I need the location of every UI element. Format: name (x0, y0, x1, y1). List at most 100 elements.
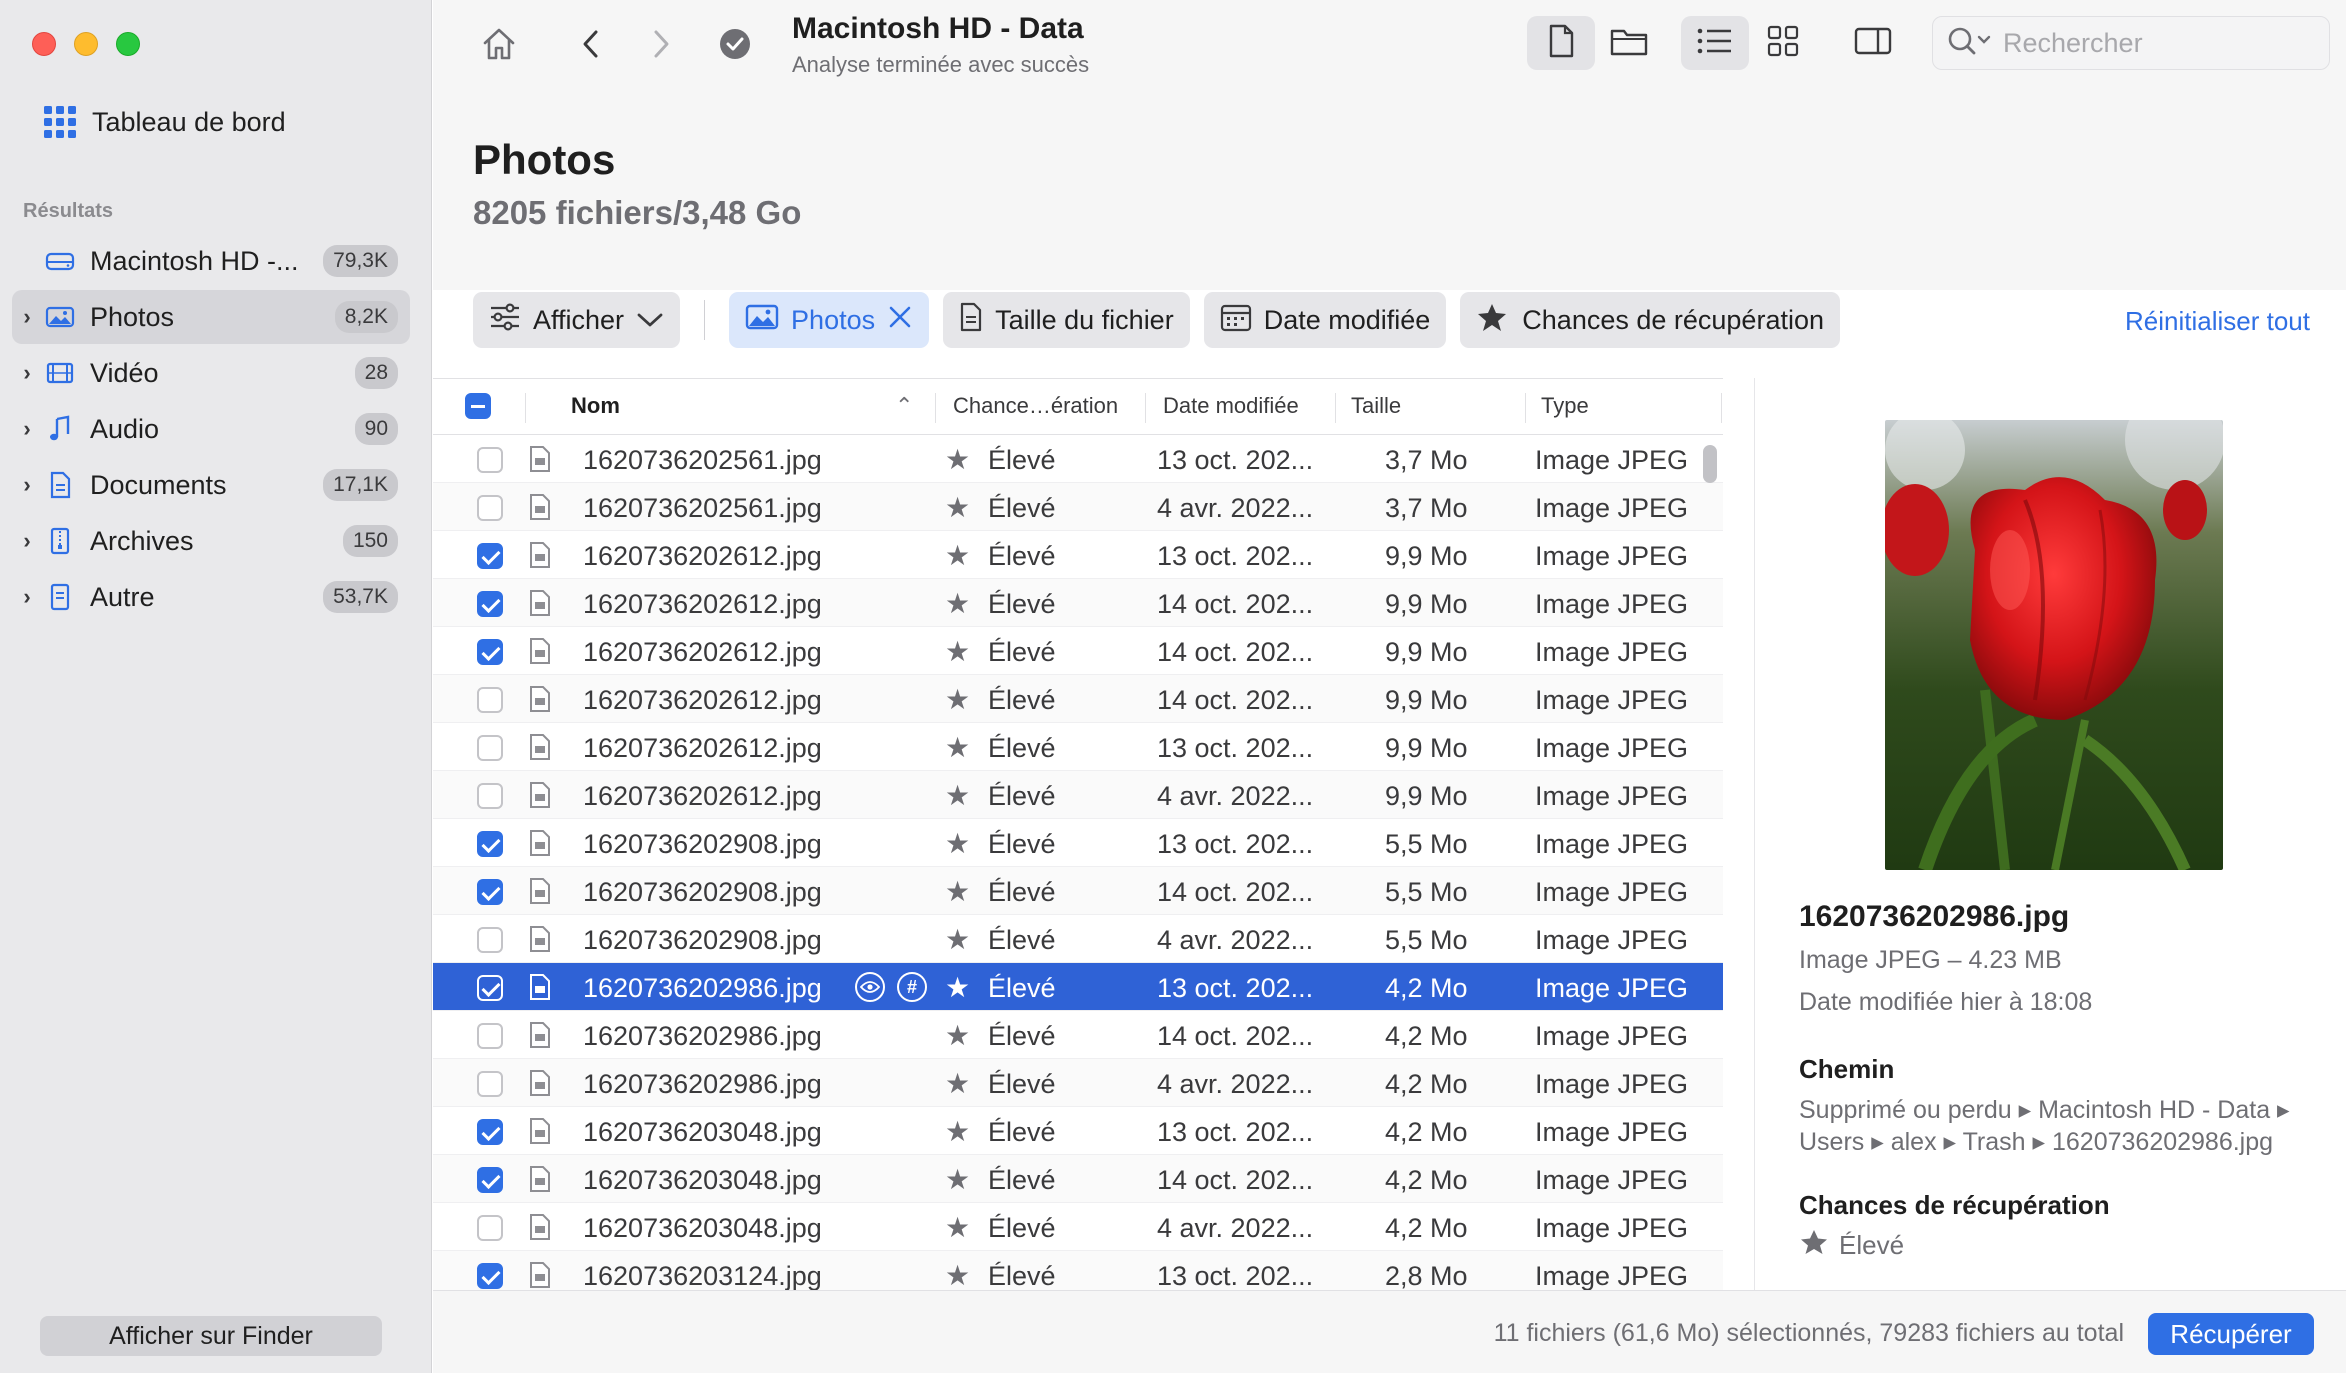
table-row[interactable]: 1620736202612.jpg ★ Élevé 14 oct. 202... 9,9… (433, 675, 1723, 723)
back-arrow-icon[interactable] (571, 22, 611, 66)
file-size-filter-button[interactable]: Taille du fichier (943, 292, 1190, 348)
file-type: Image JPEG (1535, 781, 1689, 811)
file-type: Image JPEG (1535, 445, 1689, 475)
row-checkbox[interactable] (477, 543, 503, 569)
show-in-finder-button[interactable]: Afficher sur Finder (40, 1316, 382, 1356)
sidebar-item-documents[interactable]: › Documents 17,1K (12, 458, 410, 512)
date-modified-filter-button[interactable]: Date modifiée (1203, 292, 1447, 348)
file-name: 1620736202908.jpg (583, 877, 822, 907)
column-header-date[interactable]: Date modifiée (1163, 393, 1299, 419)
minimize-window-button[interactable] (74, 32, 98, 56)
row-checkbox[interactable] (477, 975, 503, 1001)
table-row[interactable]: 1620736202908.jpg ★ Élevé 4 avr. 2022... 5,5… (433, 915, 1723, 963)
table-row[interactable]: 1620736202908.jpg ★ Élevé 13 oct. 202... 5,5… (433, 819, 1723, 867)
table-row[interactable]: 1620736202986.jpg # ★ Élevé 13 oct. 202... 4,… (433, 963, 1723, 1011)
home-icon[interactable] (477, 22, 521, 66)
table-row[interactable]: 1620736202561.jpg ★ Élevé 4 avr. 2022... 3,7… (433, 483, 1723, 531)
table-row[interactable]: 1620736202986.jpg ★ Élevé 4 avr. 2022... 4,2… (433, 1059, 1723, 1107)
table-row[interactable]: 1620736202612.jpg ★ Élevé 14 oct. 202... 9,9… (433, 579, 1723, 627)
row-checkbox[interactable] (477, 447, 503, 473)
row-checkbox[interactable] (477, 1119, 503, 1145)
close-icon[interactable] (887, 304, 913, 337)
file-view-button[interactable] (1527, 16, 1595, 70)
table-scrollbar[interactable] (1703, 445, 1717, 483)
chevron-right-icon[interactable]: › (12, 528, 42, 554)
table-row[interactable]: 1620736202612.jpg ★ Élevé 4 avr. 2022... 9,9… (433, 771, 1723, 819)
file-name: 1620736202908.jpg (583, 829, 822, 859)
row-checkbox[interactable] (477, 735, 503, 761)
date-modified: 14 oct. 202... (1157, 1021, 1314, 1051)
recover-button[interactable]: Récupérer (2148, 1313, 2314, 1355)
sort-ascending-icon[interactable]: ⌃ (895, 393, 913, 419)
row-checkbox[interactable] (477, 1167, 503, 1193)
row-checkbox[interactable] (477, 1263, 503, 1289)
sidebar-item-archives[interactable]: › Archives 150 (12, 514, 410, 568)
chevron-right-icon[interactable]: › (12, 472, 42, 498)
table-row[interactable]: 1620736203048.jpg ★ Élevé 13 oct. 202... 4,2… (433, 1107, 1723, 1155)
toggle-preview-panel-button[interactable] (1839, 16, 1907, 70)
table-row[interactable]: 1620736203124.jpg ★ Élevé 13 oct. 202... 2,8… (433, 1251, 1723, 1290)
column-header-type[interactable]: Type (1541, 393, 1589, 419)
row-checkbox[interactable] (477, 639, 503, 665)
recovery-chances-filter-button[interactable]: Chances de récupération (1460, 292, 1840, 348)
row-checkbox[interactable] (477, 927, 503, 953)
hash-icon[interactable]: # (897, 972, 927, 1002)
column-header-size[interactable]: Taille (1351, 393, 1401, 419)
column-header-name[interactable]: Nom (571, 393, 620, 419)
forward-arrow-icon[interactable] (641, 22, 681, 66)
sidebar-item-video[interactable]: › Vidéo 28 (12, 346, 410, 400)
file-type: Image JPEG (1535, 589, 1689, 619)
table-row[interactable]: 1620736203048.jpg ★ Élevé 14 oct. 202... 4,2… (433, 1155, 1723, 1203)
chevron-right-icon[interactable]: › (12, 304, 42, 330)
folder-view-button[interactable] (1595, 16, 1663, 70)
close-window-button[interactable] (32, 32, 56, 56)
star-icon: ★ (945, 1260, 971, 1290)
row-checkbox[interactable] (477, 591, 503, 617)
row-checkbox[interactable] (477, 783, 503, 809)
row-checkbox[interactable] (477, 879, 503, 905)
eye-icon[interactable] (855, 972, 885, 1002)
row-checkbox[interactable] (477, 831, 503, 857)
filter-divider (704, 300, 706, 340)
sidebar-item-dashboard[interactable]: Tableau de bord (44, 106, 286, 138)
reset-all-link[interactable]: Réinitialiser tout (2125, 306, 2310, 337)
dashboard-label: Tableau de bord (92, 106, 286, 137)
chevron-right-icon[interactable]: › (12, 584, 42, 610)
row-checkbox[interactable] (477, 495, 503, 521)
chevron-right-icon[interactable]: › (12, 416, 42, 442)
sidebar-item-other[interactable]: › Autre 53,7K (12, 570, 410, 624)
show-filter-dropdown[interactable]: Afficher (473, 292, 681, 348)
row-checkbox[interactable] (477, 687, 503, 713)
table-row[interactable]: 1620736202561.jpg ★ Élevé 13 oct. 202... 3,7… (433, 435, 1723, 483)
table-row[interactable]: 1620736202612.jpg ★ Élevé 13 oct. 202... 9,9… (433, 723, 1723, 771)
file-size: 4,2 Mo (1385, 1117, 1468, 1147)
photos-filter-chip[interactable]: Photos (729, 292, 930, 348)
sidebar-item-photos[interactable]: › Photos 8,2K (12, 290, 410, 344)
date-modified: 4 avr. 2022... (1157, 781, 1314, 811)
table-row[interactable]: 1620736203048.jpg ★ Élevé 4 avr. 2022... 4,2… (433, 1203, 1723, 1251)
row-checkbox[interactable] (477, 1023, 503, 1049)
table-row[interactable]: 1620736202612.jpg ★ Élevé 14 oct. 202... 9,9… (433, 627, 1723, 675)
file-size: 9,9 Mo (1385, 637, 1468, 667)
row-checkbox[interactable] (477, 1071, 503, 1097)
zoom-window-button[interactable] (116, 32, 140, 56)
list-view-button[interactable] (1681, 16, 1749, 70)
search-field[interactable] (1932, 16, 2330, 70)
table-row[interactable]: 1620736202908.jpg ★ Élevé 14 oct. 202... 5,5… (433, 867, 1723, 915)
chevron-right-icon[interactable]: › (12, 360, 42, 386)
table-row[interactable]: 1620736202612.jpg ★ Élevé 13 oct. 202... 9,9… (433, 531, 1723, 579)
star-icon: ★ (945, 588, 971, 619)
select-all-checkbox[interactable] (465, 393, 491, 419)
table-row[interactable]: 1620736202986.jpg ★ Élevé 14 oct. 202... 4,2… (433, 1011, 1723, 1059)
drive-icon (42, 246, 78, 276)
sidebar-item-audio[interactable]: › Audio 90 (12, 402, 410, 456)
sidebar-item-macintosh-hd[interactable]: Macintosh HD -... 79,3K (12, 234, 410, 288)
search-input[interactable] (2003, 27, 2303, 59)
column-header-chance[interactable]: Chance…ération (953, 393, 1118, 419)
recovery-chance: Élevé (988, 1069, 1056, 1099)
grid-view-button[interactable] (1749, 16, 1817, 70)
file-size: 4,2 Mo (1385, 1213, 1468, 1243)
row-checkbox[interactable] (477, 1215, 503, 1241)
content-header: Photos 8205 fichiers/3,48 Go Afficher Ph… (433, 90, 2346, 348)
sidebar-item-label: Archives (90, 525, 194, 556)
